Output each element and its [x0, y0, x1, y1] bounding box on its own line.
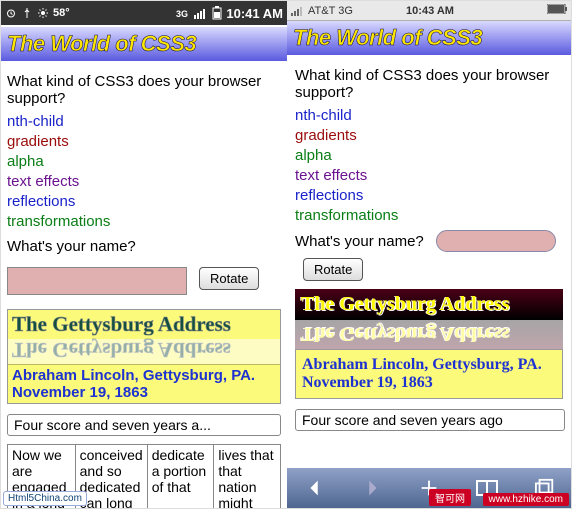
ios-status-bar: AT&T 3G 10:43 AM	[287, 1, 572, 21]
clock-label: 10:41 AM	[226, 6, 283, 21]
feature-transformations: transformations	[295, 207, 563, 224]
watermark-right-2: www.hzhike.com	[483, 493, 569, 506]
gettysburg-subtitle: Abraham Lincoln, Gettysburg, PA. Novembe…	[8, 364, 280, 403]
feature-text-effects: text effects	[295, 167, 563, 184]
gettysburg-block: The Gettysburg Address The Gettysburg Ad…	[7, 309, 281, 404]
temperature-label: 58°	[53, 7, 70, 19]
feature-alpha: alpha	[7, 153, 281, 170]
gettysburg-subtitle: Abraham Lincoln, Gettysburg, PA. Novembe…	[295, 349, 563, 399]
sun-icon	[37, 7, 49, 19]
fourscore-field[interactable]: Four score and seven years a...	[7, 414, 281, 436]
usb-icon	[21, 7, 33, 19]
feature-transformations: transformations	[7, 213, 281, 230]
clock-label: 10:43 AM	[287, 5, 572, 17]
ios-pane: AT&T 3G 10:43 AM The World of CSS3 What …	[287, 1, 572, 508]
signal-icon	[194, 7, 208, 19]
android-status-bar: 58° 3G 10:41 AM	[1, 1, 287, 25]
feature-nth-child: nth-child	[295, 107, 563, 124]
gettysburg-title-reflection: The Gettysburg Address	[8, 335, 280, 364]
support-question: What kind of CSS3 does your browser supp…	[295, 67, 563, 101]
name-input[interactable]	[436, 230, 556, 252]
support-question: What kind of CSS3 does your browser supp…	[7, 73, 281, 107]
back-icon[interactable]	[304, 477, 326, 499]
alarm-icon	[5, 7, 17, 19]
col-3: dedicate a portion of that	[147, 445, 214, 508]
page-title: The World of CSS3	[287, 21, 572, 55]
name-label: What's your name?	[295, 233, 424, 250]
threeg-icon: 3G	[176, 7, 190, 19]
fourscore-field[interactable]: Four score and seven years ago	[295, 409, 565, 431]
name-label: What's your name?	[7, 238, 281, 255]
watermark-right-1: 智可网	[429, 489, 471, 506]
watermark-left: Html5China.com	[3, 491, 87, 506]
gettysburg-block: The Gettysburg Address The Gettysburg Ad…	[295, 289, 563, 399]
feature-reflections: reflections	[7, 193, 281, 210]
feature-gradients: gradients	[295, 127, 563, 144]
feature-alpha: alpha	[295, 147, 563, 164]
feature-nth-child: nth-child	[7, 113, 281, 130]
gettysburg-title: The Gettysburg Address	[295, 289, 563, 320]
feature-gradients: gradients	[7, 133, 281, 150]
android-pane: 58° 3G 10:41 AM The World of CSS3 What k…	[1, 1, 287, 508]
gettysburg-title-reflection: The Gettysburg Address	[295, 318, 563, 349]
svg-text:3G: 3G	[176, 9, 188, 19]
comparison-stage: 58° 3G 10:41 AM The World of CSS3 What k…	[0, 0, 572, 509]
rotate-button[interactable]: Rotate	[199, 267, 259, 290]
col-4: lives that that nation might	[213, 445, 280, 508]
rotate-button[interactable]: Rotate	[303, 258, 363, 281]
name-input[interactable]	[7, 267, 187, 295]
page-title: The World of CSS3	[1, 27, 287, 61]
battery-icon	[212, 6, 222, 20]
feature-reflections: reflections	[295, 187, 563, 204]
feature-text-effects: text effects	[7, 173, 281, 190]
forward-icon[interactable]	[361, 477, 383, 499]
